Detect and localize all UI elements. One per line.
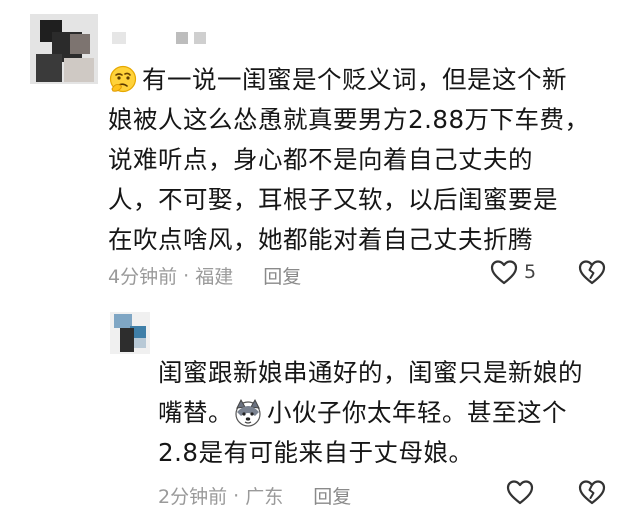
dislike-button[interactable] [578,259,606,285]
dislike-button[interactable] [578,479,606,505]
comment-line: 说难听点，身心都不是向着自己丈夫的 [108,145,533,174]
meta-separator: · [177,264,196,287]
avatar[interactable] [110,312,150,354]
avatar[interactable] [30,14,98,84]
broken-heart-icon [578,260,606,285]
comment-line: 在吹点啥风，她都能对着自己丈夫折腾 [108,225,533,254]
comment-line: 有一说一闺蜜是个贬义词，但是这个新 [108,60,628,100]
comment-location: 福建 [195,266,234,288]
comment-line: 嘴替。 小伙子你太年轻。甚至这个 [158,398,567,427]
comment-time: 4分钟前 [108,266,178,288]
username-redacted[interactable] [112,32,206,44]
comment-line: 人，不可娶，耳根子又软，以后闺蜜要是 [108,185,558,214]
heart-outline-icon [490,260,518,285]
comment-meta: 2分钟前 · 广东 回复 [158,482,351,509]
husky-dog-emoji [235,398,261,427]
reply-button[interactable]: 回复 [313,482,351,509]
like-count: 5 [524,261,537,283]
thinking-face-emoji [109,65,137,93]
comment-meta: 4分钟前 · 福建 回复 [108,262,301,289]
reply-button[interactable]: 回复 [263,262,301,289]
meta-separator: · [227,484,246,507]
comment-text: 有一说一闺蜜是个贬义词，但是这个新 娘被人这么怂恿就真要男方2.88万下车费， … [108,60,628,260]
broken-heart-icon [578,480,606,505]
comment-line: 2.8是有可能来自于丈母娘。 [158,438,474,467]
comment-line: 闺蜜跟新娘串通好的，闺蜜只是新娘的 [158,358,583,387]
comment-time: 2分钟前 [158,486,228,508]
comment-line: 娘被人这么怂恿就真要男方2.88万下车费， [108,105,590,134]
like-button[interactable] [506,479,534,505]
comment-location: 广东 [245,486,284,508]
comment-text: 闺蜜跟新娘串通好的，闺蜜只是新娘的 嘴替。 小伙子你太年轻。甚至这个 2.8是有… [158,353,628,473]
like-button[interactable]: 5 [490,259,536,285]
heart-outline-icon [506,480,534,505]
